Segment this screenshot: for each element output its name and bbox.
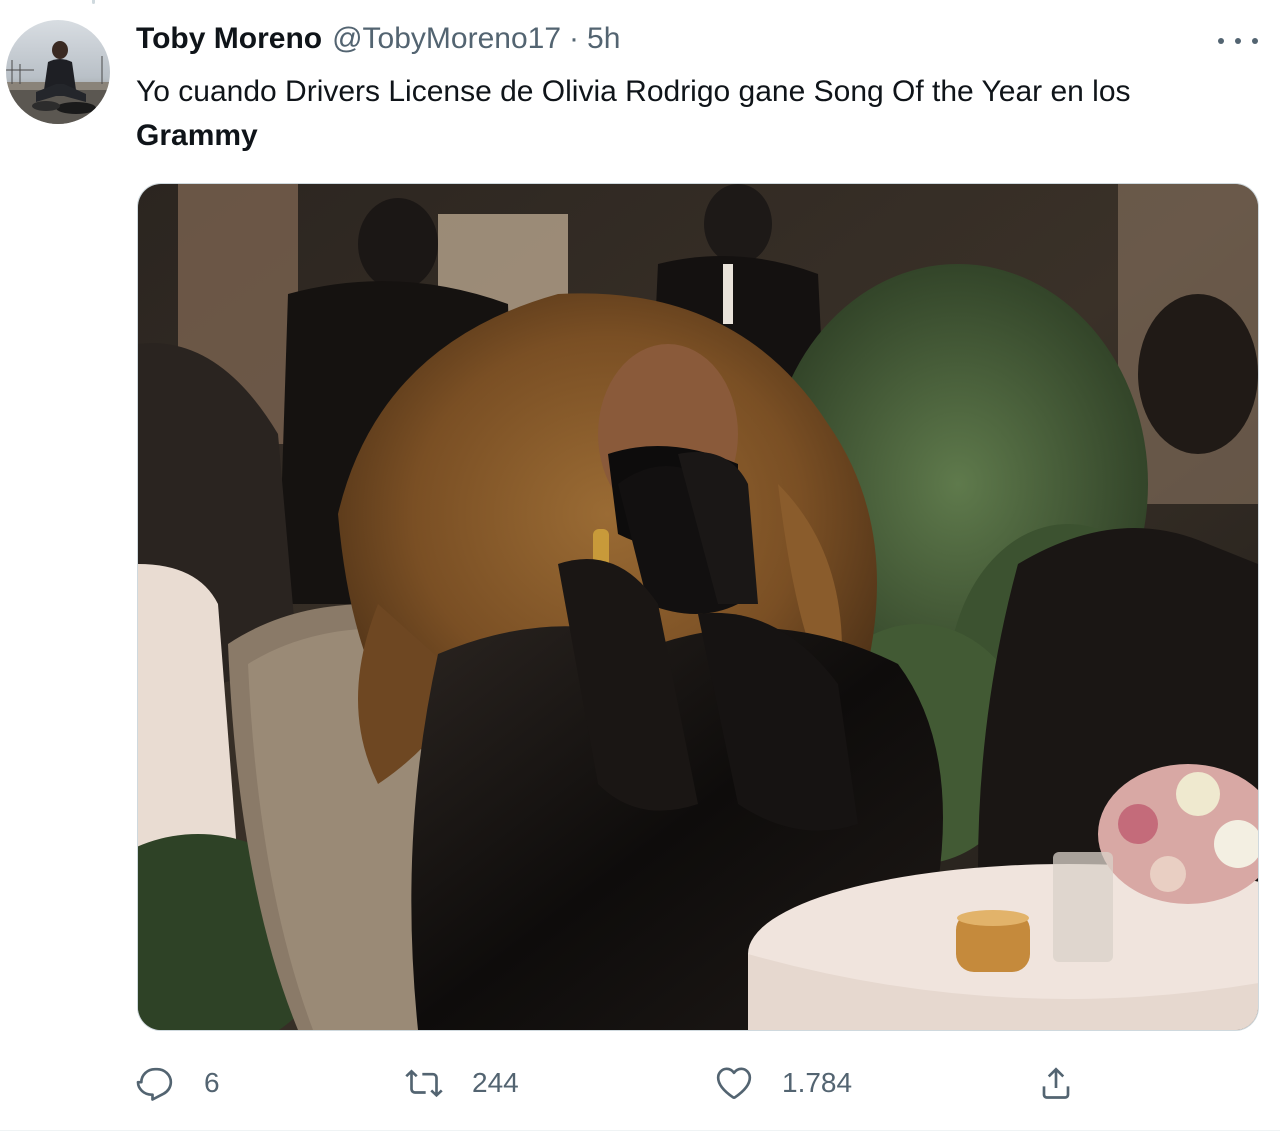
tweet-header: Toby Moreno @TobyMoreno17 · 5h <box>136 22 620 62</box>
tweet-text: Yo cuando Drivers License de Olivia Rodr… <box>136 70 1246 158</box>
media-photo <box>138 184 1258 1030</box>
author-display-name[interactable]: Toby Moreno <box>136 22 322 56</box>
tweet-timestamp[interactable]: 5h <box>587 22 620 56</box>
share-icon <box>1042 1067 1070 1099</box>
retweet-count: 244 <box>472 1067 519 1098</box>
tweet-divider <box>0 1130 1280 1131</box>
tweet-text-line: Yo cuando Drivers License de Olivia Rodr… <box>136 75 1131 108</box>
more-dot-icon <box>1235 38 1241 44</box>
tweet-actions: 6 244 1.784 <box>136 1058 1136 1108</box>
retweet-icon <box>405 1069 443 1098</box>
author-handle[interactable]: @TobyMoreno17 <box>332 22 561 56</box>
avatar-photo <box>6 20 110 124</box>
tweet-media-image[interactable] <box>137 183 1259 1031</box>
reply-icon <box>136 1067 173 1101</box>
like-count: 1.784 <box>782 1067 853 1098</box>
reply-count: 6 <box>204 1067 220 1098</box>
heart-icon <box>716 1067 752 1099</box>
avatar[interactable] <box>6 20 110 124</box>
more-options-button[interactable] <box>1218 26 1258 56</box>
thread-line <box>92 0 95 4</box>
tweet-text-bold: Grammy <box>136 119 258 152</box>
retweet-button[interactable]: 244 <box>404 1058 519 1108</box>
more-dot-icon <box>1218 38 1224 44</box>
like-button[interactable]: 1.784 <box>714 1058 852 1108</box>
more-dot-icon <box>1252 38 1258 44</box>
header-separator: · <box>569 22 580 55</box>
tweet[interactable]: Toby Moreno @TobyMoreno17 · 5h Yo cuando… <box>0 0 1280 1138</box>
reply-button[interactable]: 6 <box>136 1058 220 1108</box>
share-button[interactable] <box>1036 1058 1076 1108</box>
